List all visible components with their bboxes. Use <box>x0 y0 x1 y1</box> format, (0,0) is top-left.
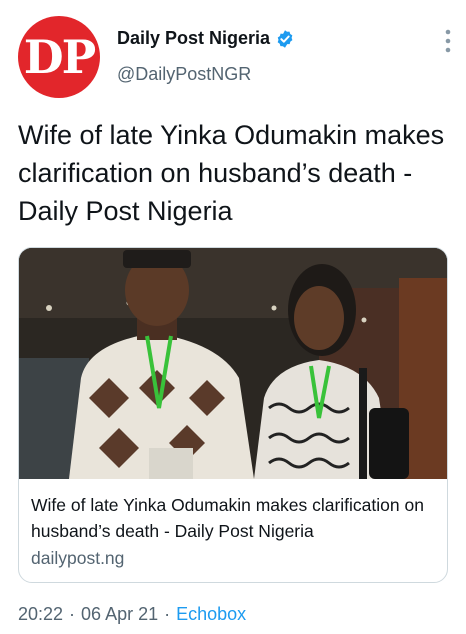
tweet-meta: 20:22 · 06 Apr 21 · Echobox <box>18 604 246 625</box>
author-handle[interactable]: @DailyPostNGR <box>117 64 251 85</box>
author-name-row[interactable]: Daily Post Nigeria <box>117 28 295 49</box>
meta-separator: · <box>69 604 76 624</box>
more-options-icon[interactable] <box>444 28 452 54</box>
tweet-time[interactable]: 20:22 <box>18 604 63 625</box>
tweet-source[interactable]: Echobox <box>176 604 246 625</box>
author-avatar[interactable]: DP <box>18 16 100 98</box>
card-image[interactable] <box>19 248 447 479</box>
avatar-text: DP <box>23 30 96 84</box>
tweet-date[interactable]: 06 Apr 21 <box>81 604 158 625</box>
card-title: Wife of late Yinka Odumakin makes clarif… <box>31 495 424 541</box>
verified-badge-icon <box>277 29 293 48</box>
tweet-text: Wife of late Yinka Odumakin makes clarif… <box>18 120 445 226</box>
card-domain: dailypost.ng <box>31 548 125 568</box>
author-display-name[interactable]: Daily Post Nigeria <box>117 28 270 49</box>
meta-separator: · <box>164 604 171 624</box>
link-preview-card[interactable]: Wife of late Yinka Odumakin makes clarif… <box>18 247 448 583</box>
